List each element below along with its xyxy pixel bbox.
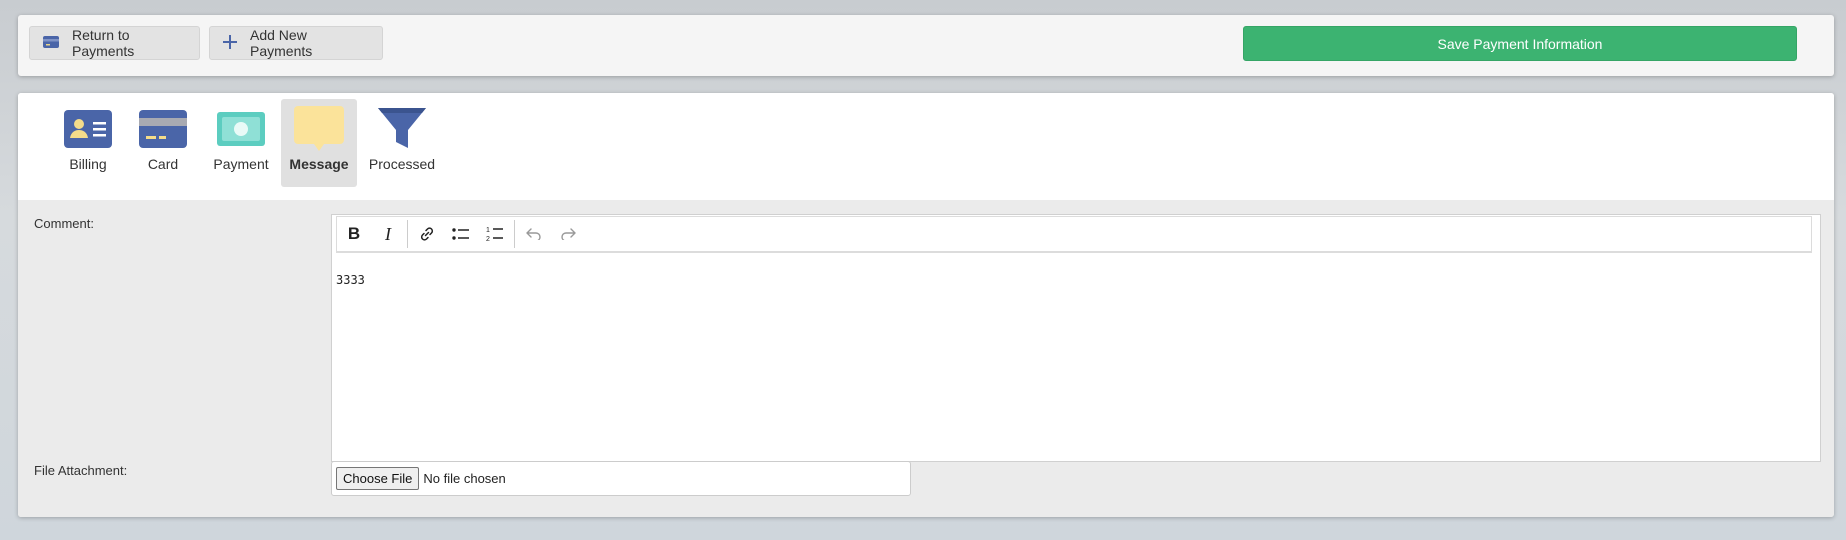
toolbar-divider — [407, 220, 408, 248]
credit-card-icon — [139, 109, 187, 149]
no-file-chosen-text: No file chosen — [423, 471, 506, 486]
bullet-list-button[interactable] — [444, 216, 478, 253]
return-to-payments-button[interactable]: Return to Payments — [29, 26, 200, 60]
return-to-payments-label: Return to Payments — [72, 27, 135, 59]
message-bubble-icon — [294, 106, 344, 151]
tab-payment-label: Payment — [213, 156, 269, 172]
main-panel: Billing Card Payment Message Processed C… — [18, 93, 1834, 517]
italic-icon: I — [385, 223, 391, 244]
file-attachment-input[interactable]: Choose File No file chosen — [331, 461, 911, 496]
credit-card-icon — [42, 35, 60, 52]
add-new-payments-button[interactable]: Add New Payments — [209, 26, 383, 60]
bold-icon: B — [347, 224, 361, 243]
message-form: Comment: B I 12 3333 File Attachment: Ch… — [18, 200, 1834, 517]
bold-button[interactable]: B — [337, 216, 371, 253]
tab-billing[interactable]: Billing — [50, 99, 126, 187]
tab-payment[interactable]: Payment — [203, 99, 279, 187]
redo-button[interactable] — [551, 216, 585, 253]
italic-button[interactable]: I — [371, 216, 405, 253]
undo-icon — [526, 228, 541, 240]
add-new-payments-label: Add New Payments — [250, 27, 313, 59]
tab-card[interactable]: Card — [125, 99, 201, 187]
comment-text[interactable]: 3333 — [336, 273, 365, 287]
comment-label: Comment: — [34, 216, 94, 231]
link-icon — [420, 227, 434, 241]
tab-processed[interactable]: Processed — [364, 99, 440, 187]
tab-message[interactable]: Message — [281, 99, 357, 187]
billing-id-card-icon — [64, 109, 112, 149]
choose-file-button[interactable]: Choose File — [336, 467, 420, 490]
tab-card-label: Card — [147, 156, 179, 172]
tab-message-label: Message — [289, 156, 349, 172]
numbered-list-button[interactable]: 12 — [478, 216, 512, 253]
editor-toolbar: B I 12 — [336, 216, 1812, 253]
comment-editor[interactable]: B I 12 3333 — [331, 214, 1821, 462]
plus-icon — [222, 34, 238, 53]
undo-button[interactable] — [517, 216, 551, 253]
top-toolbar: Return to Payments Add New Payments Save… — [18, 15, 1834, 76]
save-payment-information-button[interactable]: Save Payment Information — [1243, 26, 1797, 61]
toolbar-divider — [514, 220, 515, 248]
svg-text:2: 2 — [486, 236, 490, 242]
tab-processed-label: Processed — [368, 156, 436, 172]
tab-billing-label: Billing — [69, 156, 107, 172]
bullet-list-icon — [452, 228, 469, 240]
cash-icon — [217, 109, 265, 149]
funnel-icon — [378, 108, 426, 149]
tab-strip: Billing Card Payment Message Processed — [18, 93, 1834, 200]
link-button[interactable] — [410, 216, 444, 253]
file-attachment-label: File Attachment: — [34, 463, 128, 478]
numbered-list-icon: 12 — [486, 227, 503, 242]
save-payment-label: Save Payment Information — [1437, 35, 1603, 52]
redo-icon — [561, 228, 576, 240]
svg-text:1: 1 — [486, 227, 490, 234]
